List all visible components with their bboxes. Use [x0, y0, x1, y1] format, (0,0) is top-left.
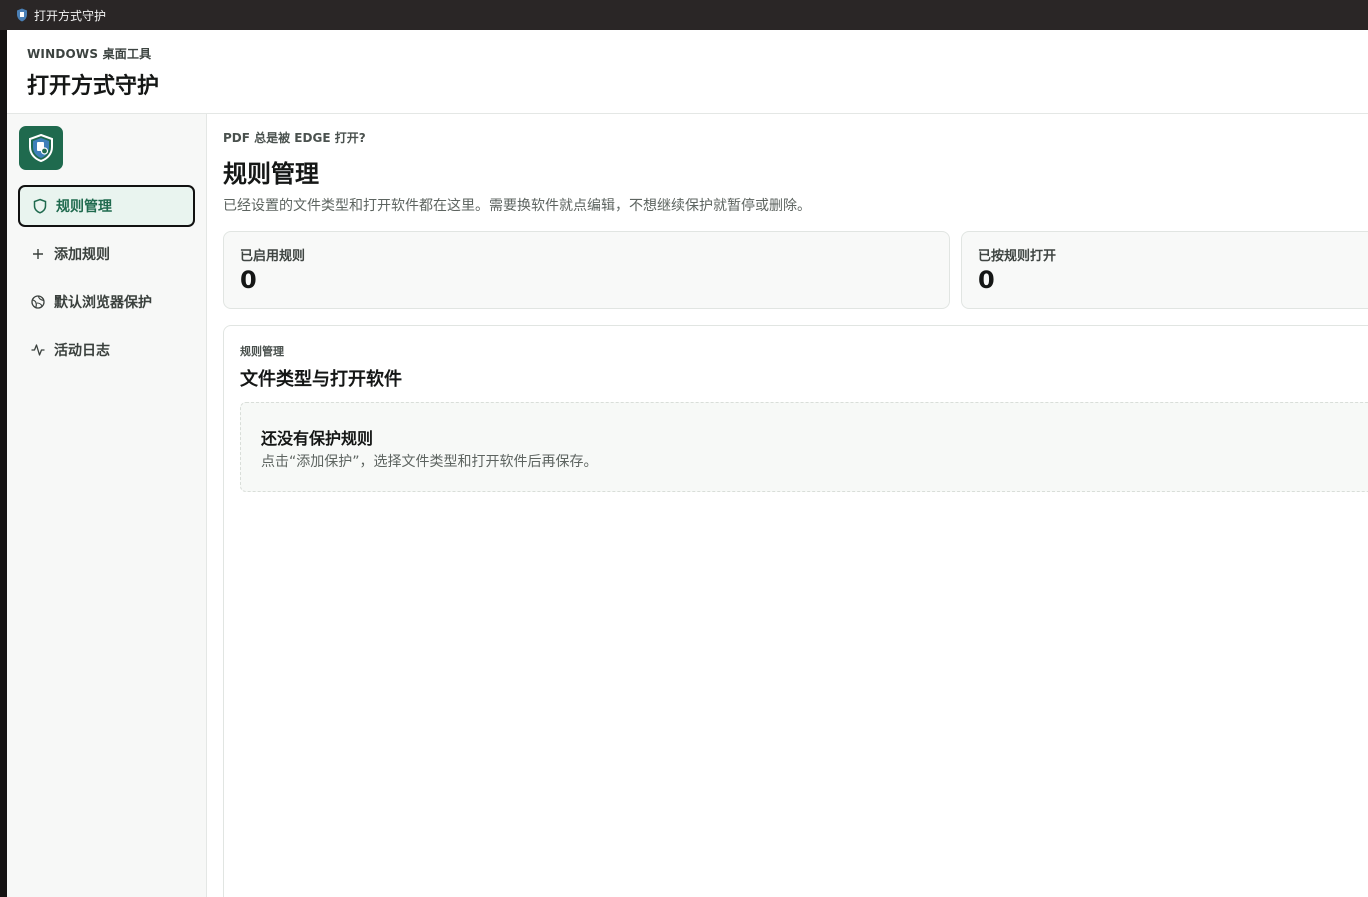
page-description: 已经设置的文件类型和打开软件都在这里。需要换软件就点编辑，不想继续保护就暂停或删…: [223, 198, 811, 214]
stat-value: 0: [240, 266, 257, 294]
globe-icon: [30, 294, 46, 310]
shield-icon: [32, 198, 48, 214]
app-window: WINDOWS 桌面工具 打开方式守护 规则管理 添加规则 默认浏览器保护 活动…: [7, 30, 1368, 897]
header-eyebrow: WINDOWS 桌面工具: [27, 47, 152, 61]
main-content: PDF 总是被 EDGE 打开? 规则管理 已经设置的文件类型和打开软件都在这里…: [207, 114, 1368, 897]
app-logo: [19, 126, 63, 170]
sidebar-item-label: 默认浏览器保护: [54, 295, 152, 311]
panel-title: 文件类型与打开软件: [240, 369, 402, 390]
sidebar-item-add-rule[interactable]: 添加规则: [18, 233, 195, 275]
app-header: WINDOWS 桌面工具 打开方式守护: [7, 30, 1368, 114]
sidebar-item-activity-log[interactable]: 活动日志: [18, 329, 195, 371]
plus-icon: [30, 246, 46, 262]
stat-label: 已启用规则: [240, 249, 306, 264]
empty-state-description: 点击“添加保护”，选择文件类型和打开软件后再保存。: [261, 454, 598, 470]
stat-value: 0: [978, 266, 995, 294]
window-title: 打开方式守护: [34, 8, 107, 23]
sidebar-item-label: 添加规则: [54, 247, 110, 263]
sidebar-item-default-browser[interactable]: 默认浏览器保护: [18, 281, 195, 323]
stat-card-opened-by-rule: 已按规则打开 0: [961, 231, 1368, 309]
empty-state-title: 还没有保护规则: [261, 429, 374, 448]
main-eyebrow: PDF 总是被 EDGE 打开?: [223, 131, 366, 145]
empty-state: 还没有保护规则 点击“添加保护”，选择文件类型和打开软件后再保存。: [240, 402, 1368, 492]
window-edge: [0, 30, 7, 897]
rules-panel: 规则管理 文件类型与打开软件 还没有保护规则 点击“添加保护”，选择文件类型和打…: [223, 325, 1368, 897]
window-titlebar[interactable]: 打开方式守护: [0, 0, 1368, 30]
app-shield-icon: [16, 8, 28, 22]
sidebar: 规则管理 添加规则 默认浏览器保护 活动日志: [7, 114, 207, 897]
sidebar-item-label: 规则管理: [56, 199, 112, 215]
activity-icon: [30, 342, 46, 358]
shield-logo-icon: [29, 134, 53, 162]
sidebar-item-label: 活动日志: [54, 343, 110, 359]
stat-card-enabled-rules: 已启用规则 0: [223, 231, 950, 309]
sidebar-item-rules[interactable]: 规则管理: [18, 185, 195, 227]
stat-label: 已按规则打开: [978, 249, 1057, 264]
panel-eyebrow: 规则管理: [240, 345, 284, 358]
app-title: 打开方式守护: [27, 74, 160, 99]
page-title: 规则管理: [223, 160, 319, 188]
